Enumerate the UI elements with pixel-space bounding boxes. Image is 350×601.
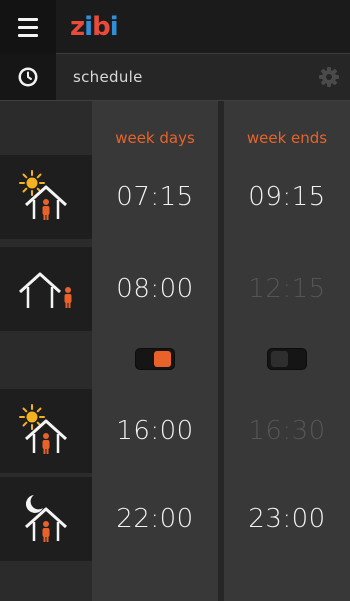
menu-icon[interactable] — [0, 0, 56, 54]
moon-home-person-icon — [0, 477, 92, 561]
weekends-header: week ends — [246, 129, 328, 147]
toggle-knob — [154, 351, 171, 367]
schedule-grid: week days week ends 07:15 09:15 08:00 12… — [0, 101, 350, 601]
app-logo: zibi — [70, 12, 119, 42]
weekdays-time-3[interactable]: 16:00 — [92, 389, 218, 473]
gear-icon[interactable] — [318, 66, 340, 88]
weekends-time-2[interactable]: 12:15 — [224, 247, 350, 331]
sun-home-person-icon — [0, 155, 92, 239]
sub-bar: schedule — [0, 54, 350, 101]
weekdays-time-2[interactable]: 08:00 — [92, 247, 218, 331]
weekends-time-3[interactable]: 16:30 — [224, 389, 350, 473]
clock-icon[interactable] — [0, 54, 56, 100]
weekends-toggle[interactable] — [267, 348, 307, 370]
weekdays-time-1[interactable]: 07:15 — [92, 155, 218, 239]
weekdays-header: week days — [115, 129, 195, 147]
person-away-icon — [0, 247, 92, 331]
sun-home-person-icon — [0, 389, 92, 473]
page-title: schedule — [73, 68, 143, 86]
top-bar: zibi — [0, 0, 350, 54]
weekdays-time-4[interactable]: 22:00 — [92, 477, 218, 561]
weekends-time-1[interactable]: 09:15 — [224, 155, 350, 239]
weekends-time-4[interactable]: 23:00 — [224, 477, 350, 561]
weekdays-toggle[interactable] — [135, 348, 175, 370]
app-root: zibi schedule week days week ends 07:15 … — [0, 0, 350, 601]
toggle-knob — [271, 351, 288, 367]
